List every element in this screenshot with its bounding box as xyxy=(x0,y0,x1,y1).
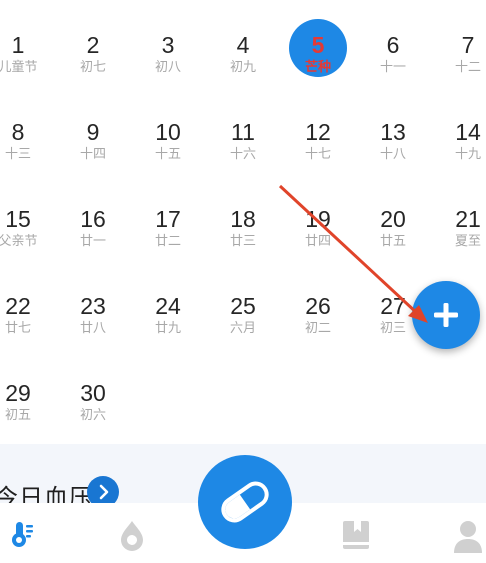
calendar-grid: 1 儿童节 2 初七 3 初八 4 初九 5 芒种 6 十一 7 十二 8 十三 9 十四 10 十五 11 十六 12 十七… xyxy=(0,0,486,440)
calendar-day[interactable]: 13 十八 xyxy=(358,119,428,162)
day-number: 26 xyxy=(305,293,331,319)
calendar-day[interactable]: 24 廿九 xyxy=(133,293,203,336)
calendar-day[interactable]: 8 十三 xyxy=(0,119,53,162)
calendar-day[interactable]: 25 六月 xyxy=(208,293,278,336)
lunar-date: 初六 xyxy=(79,407,106,422)
calendar-day[interactable]: 16 廿一 xyxy=(58,206,128,249)
day-number: 21 xyxy=(455,206,481,232)
day-number: 15 xyxy=(5,206,31,232)
lunar-date: 廿二 xyxy=(154,233,181,248)
day-number: 14 xyxy=(455,119,481,145)
day-number: 18 xyxy=(230,206,256,232)
calendar-day[interactable]: 23 廿八 xyxy=(58,293,128,336)
lunar-date: 初八 xyxy=(154,59,181,74)
lunar-date: 廿三 xyxy=(229,233,256,248)
day-number: 8 xyxy=(11,119,25,145)
lunar-date: 初七 xyxy=(79,59,106,74)
day-number: 11 xyxy=(231,119,255,145)
day-number: 10 xyxy=(155,119,181,145)
calendar-day[interactable]: 22 廿七 xyxy=(0,293,53,336)
calendar-day[interactable]: 3 初八 xyxy=(133,32,203,75)
lunar-date: 廿一 xyxy=(79,233,106,248)
calendar-day[interactable]: 6 十一 xyxy=(358,32,428,75)
day-number: 2 xyxy=(86,32,100,58)
calendar-day[interactable]: 20 廿五 xyxy=(358,206,428,249)
lunar-date: 六月 xyxy=(229,320,256,335)
tab-blood-pressure[interactable] xyxy=(8,519,38,554)
tab-medicine[interactable] xyxy=(118,519,146,556)
lunar-date: 十三 xyxy=(4,146,31,161)
medicine-drop-icon xyxy=(121,521,143,551)
book-icon xyxy=(343,521,369,549)
day-number: 6 xyxy=(386,32,400,58)
lunar-date: 十六 xyxy=(229,146,256,161)
calendar-day[interactable]: 1 儿童节 xyxy=(0,32,53,75)
day-number: 16 xyxy=(80,206,106,232)
calendar-day[interactable]: 15 父亲节 xyxy=(0,206,53,249)
day-number: 5 xyxy=(311,32,325,58)
lunar-date: 初二 xyxy=(304,320,331,335)
day-number: 13 xyxy=(380,119,406,145)
calendar-day[interactable]: 19 廿四 xyxy=(283,206,353,249)
add-record-button[interactable] xyxy=(412,281,480,349)
lunar-date: 初五 xyxy=(4,407,31,422)
lunar-date: 十二 xyxy=(454,59,481,74)
day-number: 1 xyxy=(11,32,25,58)
lunar-date: 十四 xyxy=(79,146,106,161)
calendar-day[interactable]: 17 廿二 xyxy=(133,206,203,249)
lunar-date: 廿七 xyxy=(4,320,31,335)
day-number: 19 xyxy=(305,206,331,232)
day-number: 22 xyxy=(5,293,31,319)
calendar-day[interactable]: 7 十二 xyxy=(433,32,486,75)
lunar-date: 儿童节 xyxy=(0,59,38,74)
lunar-date: 十八 xyxy=(379,146,406,161)
lunar-date: 廿四 xyxy=(304,233,331,248)
calendar-day[interactable]: 26 初二 xyxy=(283,293,353,336)
day-number: 9 xyxy=(86,119,100,145)
lunar-date: 十五 xyxy=(154,146,181,161)
lunar-date: 廿八 xyxy=(79,320,106,335)
lunar-date: 十七 xyxy=(304,146,331,161)
calendar-day[interactable]: 4 初九 xyxy=(208,32,278,75)
day-number: 25 xyxy=(230,293,256,319)
tab-profile[interactable] xyxy=(452,519,484,558)
lunar-date: 父亲节 xyxy=(0,233,38,248)
lunar-date: 夏至 xyxy=(454,233,481,248)
lunar-date: 廿五 xyxy=(379,233,406,248)
day-number: 3 xyxy=(161,32,175,58)
calendar-day[interactable]: 18 廿三 xyxy=(208,206,278,249)
day-number: 23 xyxy=(80,293,106,319)
calendar-day-today[interactable]: 5 芒种 xyxy=(283,19,353,77)
day-number: 17 xyxy=(155,206,181,232)
person-icon xyxy=(454,521,482,553)
calendar-day[interactable]: 14 十九 xyxy=(433,119,486,162)
calendar-day[interactable]: 9 十四 xyxy=(58,119,128,162)
calendar-day[interactable]: 12 十七 xyxy=(283,119,353,162)
day-number: 12 xyxy=(305,119,331,145)
day-number: 29 xyxy=(5,380,31,406)
pill-icon xyxy=(221,481,269,523)
day-number: 30 xyxy=(80,380,106,406)
lunar-date: 廿九 xyxy=(154,320,181,335)
lunar-date: 芒种 xyxy=(304,59,331,74)
thermometer-icon xyxy=(12,522,33,547)
lunar-date: 初九 xyxy=(229,59,256,74)
calendar-day[interactable]: 21 夏至 xyxy=(433,206,486,249)
calendar-day[interactable]: 11 十六 xyxy=(208,119,278,162)
pill-fab-button[interactable] xyxy=(198,455,292,549)
calendar-day[interactable]: 30 初六 xyxy=(58,380,128,423)
lunar-date: 十一 xyxy=(379,59,406,74)
plus-icon xyxy=(434,303,458,327)
day-number: 4 xyxy=(236,32,250,58)
day-number: 24 xyxy=(155,293,181,319)
calendar-day[interactable]: 10 十五 xyxy=(133,119,203,162)
tab-records[interactable] xyxy=(340,519,372,556)
day-number: 20 xyxy=(380,206,406,232)
lunar-date: 十九 xyxy=(454,146,481,161)
calendar-day[interactable]: 29 初五 xyxy=(0,380,53,423)
calendar-day[interactable]: 2 初七 xyxy=(58,32,128,75)
day-number: 7 xyxy=(461,32,475,58)
